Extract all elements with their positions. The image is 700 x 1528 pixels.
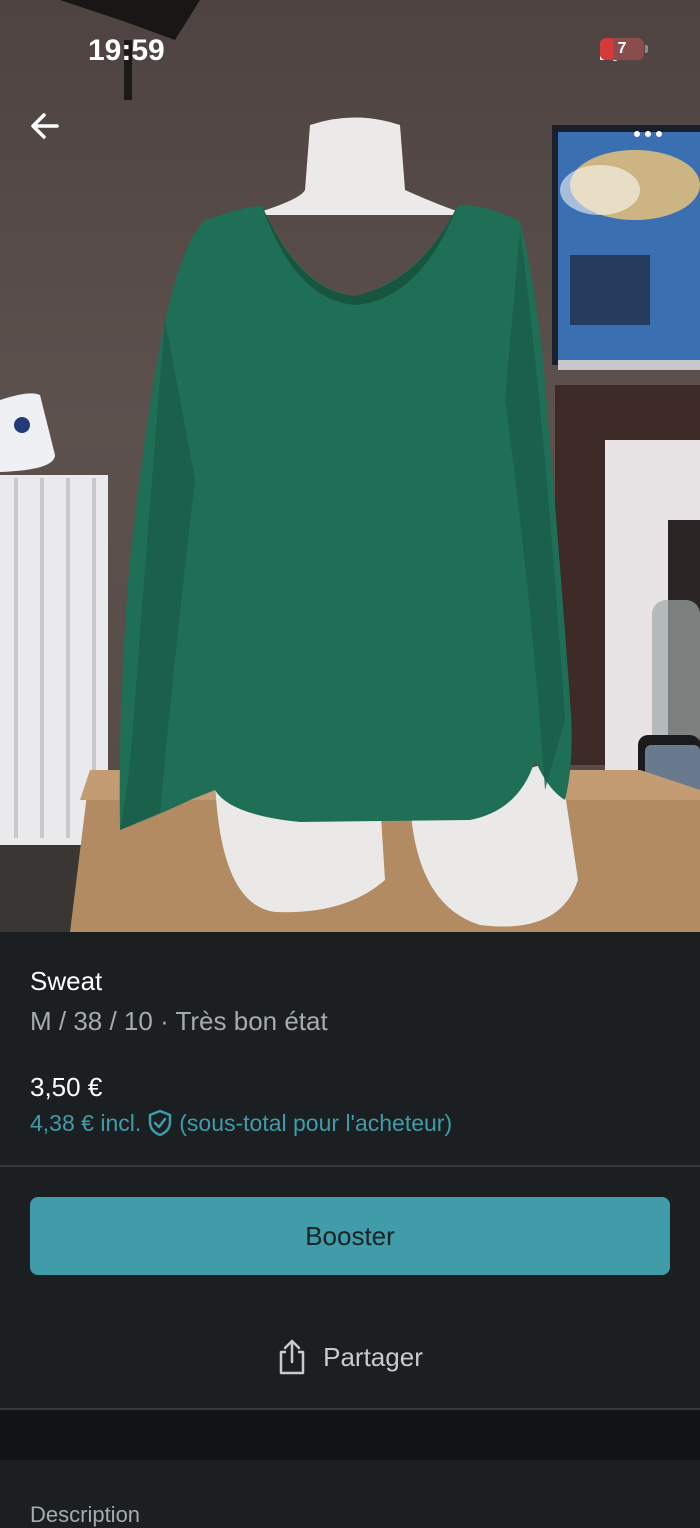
status-time: 19:59 (88, 34, 165, 67)
more-horizontal-icon (645, 131, 651, 137)
boost-button[interactable]: Booster (30, 1197, 670, 1275)
item-subtitle: M / 38 / 10 · Très bon état (30, 1006, 328, 1036)
product-photo-illustration (0, 0, 700, 932)
price-incl-note: (sous-total pour l'acheteur) (179, 1109, 453, 1136)
arrow-left-icon (31, 113, 59, 139)
divider (0, 1165, 700, 1167)
share-button[interactable]: Partager (0, 1327, 700, 1387)
description-heading: Description (30, 1502, 141, 1527)
status-icons: 7 (600, 38, 648, 61)
share-icon (279, 1339, 305, 1375)
more-horizontal-icon (656, 131, 662, 137)
back-button[interactable] (30, 112, 70, 152)
price-incl-amount: 4,38 € incl. (30, 1109, 142, 1136)
more-options-button[interactable] (626, 122, 670, 146)
battery-level: 7 (617, 40, 627, 57)
more-horizontal-icon (634, 131, 640, 137)
status-bar: 19:59 7 (0, 0, 700, 100)
battery-icon: 7 (600, 38, 648, 60)
shield-check-icon (149, 1109, 172, 1137)
share-label: Partager (323, 1341, 423, 1372)
buyer-protection-price[interactable]: 4,38 € incl. (sous-total pour l'acheteur… (30, 1109, 452, 1137)
item-title: Sweat (30, 966, 103, 996)
section-separator (0, 1410, 700, 1460)
product-photo[interactable]: 19:59 7 (0, 0, 700, 932)
item-price: 3,50 € (30, 1072, 103, 1102)
